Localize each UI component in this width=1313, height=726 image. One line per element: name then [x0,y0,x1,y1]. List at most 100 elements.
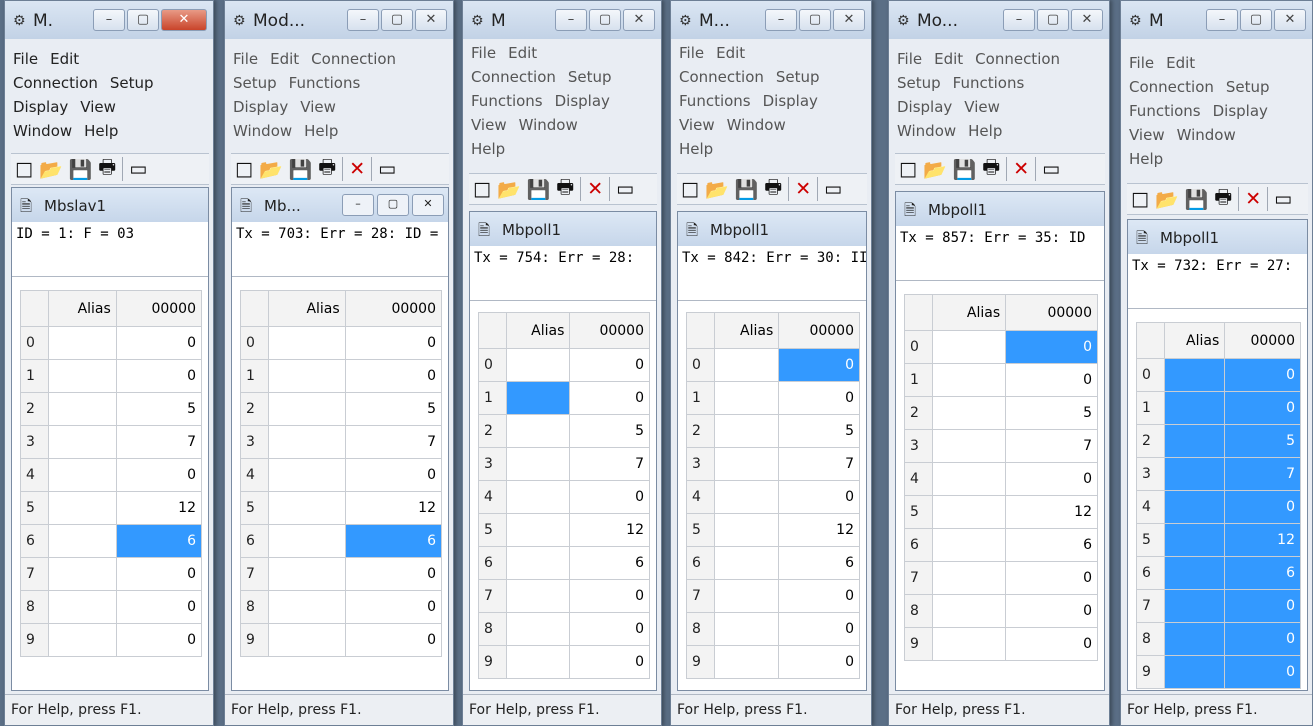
row-header[interactable]: 9 [904,627,933,661]
row-header[interactable]: 9 [1136,655,1165,689]
alias-cell[interactable] [505,447,571,481]
alias-cell[interactable] [1163,523,1226,557]
menu-item-window[interactable]: Window [897,122,956,140]
menu-item-edit[interactable]: Edit [50,50,79,68]
value-cell[interactable]: 0 [1224,490,1301,524]
alias-cell[interactable] [505,513,571,547]
document-title-bar[interactable]: 🗎 Mbpoll1 [470,212,656,246]
alias-cell[interactable] [713,645,780,679]
save-icon[interactable]: 💾 [1185,188,1209,211]
row-header[interactable]: 8 [686,612,715,646]
open-folder-icon[interactable]: 📂 [1155,188,1179,211]
row-header[interactable]: 6 [686,546,715,580]
open-folder-icon[interactable]: 📂 [39,158,63,181]
alias-cell[interactable] [713,546,780,580]
value-cell[interactable]: 0 [778,645,860,679]
alias-cell[interactable] [1163,622,1226,656]
row-header[interactable]: 4 [904,462,933,496]
alias-cell[interactable] [268,458,346,492]
row-header[interactable]: 5 [20,491,49,525]
alias-cell[interactable] [268,557,346,591]
row-header[interactable]: 6 [904,528,933,562]
menu-item-setup[interactable]: Setup [1226,78,1270,96]
value-cell[interactable]: 0 [1224,589,1301,623]
maximize-button[interactable]: ▢ [589,9,621,31]
row-header[interactable]: 5 [904,495,933,529]
row-header[interactable]: 9 [20,623,49,657]
menu-item-functions[interactable]: Functions [471,92,543,110]
window-icon[interactable]: ▭ [1274,188,1292,210]
print-icon[interactable]: 🖶 [318,153,336,185]
value-cell[interactable]: 0 [778,480,860,514]
alias-cell[interactable] [1163,424,1226,458]
alias-cell[interactable] [931,627,1007,661]
menu-item-view[interactable]: View [964,98,1000,116]
save-icon[interactable]: 💾 [527,178,551,201]
alias-cell[interactable] [268,491,346,525]
menu-item-connection[interactable]: Connection [679,68,764,86]
value-cell[interactable]: 0 [344,590,443,624]
alias-cell[interactable] [268,590,346,624]
menu-item-display[interactable]: Display [555,92,610,110]
menu-item-window[interactable]: Window [727,116,786,134]
menu-item-help[interactable]: Help [679,140,713,158]
window-icon[interactable]: ▭ [129,158,147,180]
menu-item-setup[interactable]: Setup [568,68,612,86]
alias-cell[interactable] [1163,589,1226,623]
menu-item-file[interactable]: File [471,44,496,62]
row-header[interactable]: 7 [478,579,507,613]
alias-cell[interactable] [1163,556,1226,590]
alias-column-header[interactable]: Alias [1163,322,1226,359]
alias-cell[interactable] [48,524,117,558]
row-header[interactable]: 1 [240,359,269,393]
window-icon[interactable]: ▭ [378,158,396,180]
value-cell[interactable]: 0 [569,612,650,646]
close-button[interactable]: ✕ [833,9,865,31]
value-cell[interactable]: 0 [115,590,203,624]
menu-item-connection[interactable]: Connection [975,50,1060,68]
value-cell[interactable]: 0 [569,381,650,415]
alias-cell[interactable] [931,363,1007,397]
menu-item-display[interactable]: Display [13,98,68,116]
menu-item-display[interactable]: Display [763,92,818,110]
row-header[interactable]: 3 [904,429,933,463]
alias-cell[interactable] [931,495,1007,529]
row-header[interactable]: 0 [686,348,715,382]
alias-cell[interactable] [713,513,780,547]
title-bar[interactable]: ⚙ Mo... – ▢ ✕ [889,1,1109,39]
menu-item-functions[interactable]: Functions [953,74,1025,92]
value-cell[interactable]: 5 [569,414,650,448]
row-header[interactable]: 6 [20,524,49,558]
row-header[interactable]: 9 [240,623,269,657]
row-header[interactable]: 1 [1136,391,1165,425]
menu-item-help[interactable]: Help [84,122,118,140]
value-cell[interactable]: 0 [344,359,443,393]
value-cell[interactable]: 0 [344,623,443,657]
row-header[interactable]: 6 [478,546,507,580]
value-cell[interactable]: 12 [1005,495,1098,529]
document-title-bar[interactable]: 🗎 Mb... – ▢ ✕ [232,188,448,222]
alias-cell[interactable] [713,579,780,613]
delete-icon[interactable]: ✕ [587,178,603,200]
minimize-button[interactable]: – [555,9,587,31]
value-cell[interactable]: 0 [778,348,860,382]
alias-cell[interactable] [1163,358,1226,392]
row-header[interactable]: 8 [240,590,269,624]
value-cell[interactable]: 0 [569,579,650,613]
value-cell[interactable]: 0 [1005,462,1098,496]
address-column-header[interactable]: 00000 [569,312,650,349]
alias-column-header[interactable]: Alias [505,312,571,349]
open-folder-icon[interactable]: 📂 [259,158,283,181]
alias-cell[interactable] [931,429,1007,463]
new-file-icon[interactable]: □ [15,158,33,180]
new-file-icon[interactable]: □ [1131,188,1149,210]
new-file-icon[interactable]: □ [235,158,253,180]
value-cell[interactable]: 5 [1005,396,1098,430]
alias-cell[interactable] [1163,457,1226,491]
alias-cell[interactable] [48,590,117,624]
new-file-icon[interactable]: □ [681,178,699,200]
alias-cell[interactable] [268,392,346,426]
close-button[interactable]: ✕ [161,9,207,31]
value-cell[interactable]: 0 [778,579,860,613]
alias-cell[interactable] [931,561,1007,595]
